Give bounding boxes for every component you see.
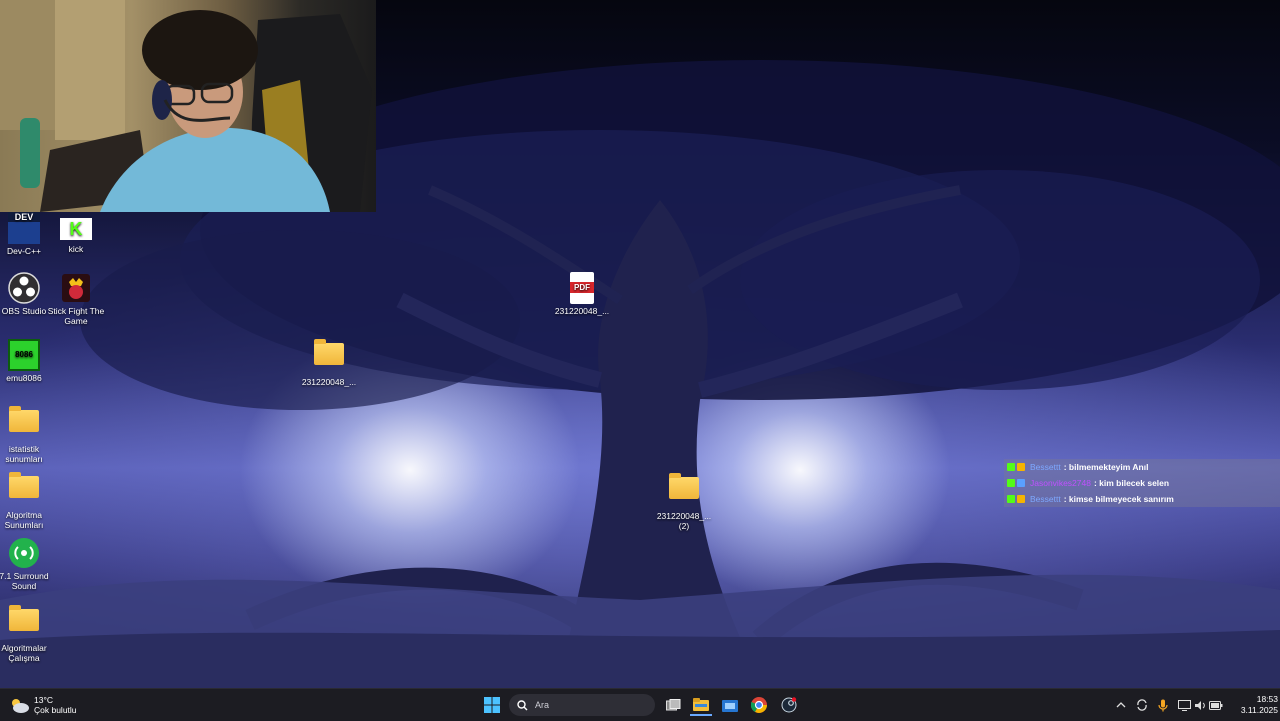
folder-icon — [9, 406, 39, 432]
desktop-icon-surround-sound[interactable]: 7.1 Surround Sound — [0, 537, 56, 591]
start-icon — [484, 697, 500, 713]
store-button[interactable] — [719, 694, 741, 716]
subscriber-badge-icon — [1017, 479, 1025, 487]
weather-widget[interactable]: 13°C Çok bulutlu — [8, 694, 77, 716]
taskbar-search[interactable]: Ara — [509, 694, 655, 716]
pdf-icon: PDF — [570, 272, 594, 304]
desktop-wallpaper: DEV Dev-C++ K kick OBS Studio Stick Figh… — [0, 0, 1280, 688]
chrome-button[interactable] — [748, 694, 770, 716]
battery-icon[interactable] — [1209, 698, 1223, 712]
desktop-icon-pdf-file[interactable]: PDF 231220048_... — [550, 272, 614, 316]
chrome-icon — [751, 697, 767, 713]
volume-icon[interactable] — [1193, 698, 1207, 712]
kick-badge-icon — [1007, 463, 1015, 471]
file-explorer-icon — [693, 697, 709, 711]
desktop-icon-algoritma-sunumlari[interactable]: Algoritma Sunumları — [0, 471, 56, 530]
store-icon — [722, 700, 738, 712]
display-icon[interactable] — [1177, 698, 1191, 712]
stream-chat-overlay: Bessettt : bilmemekteyim Anıl Jasonvikes… — [1004, 459, 1280, 507]
steam-button[interactable] — [778, 694, 800, 716]
devcpp-icon: DEV — [8, 212, 40, 244]
chat-message: Bessettt : kimse bilmeyecek sanırım — [1004, 491, 1280, 507]
emu8086-icon: 8086 — [8, 339, 40, 371]
webcam-overlay — [0, 0, 376, 212]
surround-icon — [8, 537, 40, 569]
folder-icon — [9, 472, 39, 498]
folder-icon — [314, 339, 344, 365]
desktop-icon-folder-231220048-2[interactable]: 231220048_... (2) — [652, 472, 716, 531]
subscriber-badge-icon — [1017, 463, 1025, 471]
chevron-up-icon[interactable] — [1114, 698, 1128, 712]
desktop-icon-stickfight[interactable]: Stick Fight The Game — [44, 272, 108, 326]
chat-message: Bessettt : bilmemekteyim Anıl — [1004, 459, 1280, 475]
cloud-sun-icon — [12, 699, 29, 713]
desktop-icon-folder-231220048[interactable]: 231220048_... — [297, 338, 361, 387]
microphone-icon[interactable] — [1156, 698, 1170, 712]
chat-message: Jasonvikes2748 : kim bilecek selen — [1004, 475, 1280, 491]
subscriber-badge-icon — [1017, 495, 1025, 503]
kick-icon: K — [60, 218, 92, 240]
kick-badge-icon — [1007, 495, 1015, 503]
taskbar: 13°C Çok bulutlu Ara 18:53 3.11.2025 — [0, 688, 1280, 721]
webcam-feed-image — [0, 0, 372, 212]
kick-badge-icon — [1007, 479, 1015, 487]
sync-icon[interactable] — [1135, 698, 1149, 712]
obs-icon — [8, 272, 40, 304]
clock[interactable]: 18:53 3.11.2025 — [1226, 693, 1278, 717]
desktop-icon-emu8086[interactable]: 8086 emu8086 — [0, 339, 56, 383]
search-icon — [517, 699, 528, 710]
steam-icon — [781, 697, 797, 713]
task-view-button[interactable] — [663, 695, 683, 715]
folder-icon — [669, 473, 699, 499]
folder-icon — [9, 605, 39, 631]
stickfight-icon — [60, 272, 92, 304]
desktop-icon-istatistik[interactable]: istatistik sunumları — [0, 405, 56, 464]
file-explorer-button[interactable] — [690, 694, 712, 716]
desktop-icon-algoritmalar-calisma[interactable]: Algoritmalar Çalışma — [0, 604, 56, 663]
start-button[interactable] — [482, 695, 502, 715]
desktop-icon-kick[interactable]: K kick — [44, 214, 108, 254]
task-view-icon — [665, 698, 680, 710]
